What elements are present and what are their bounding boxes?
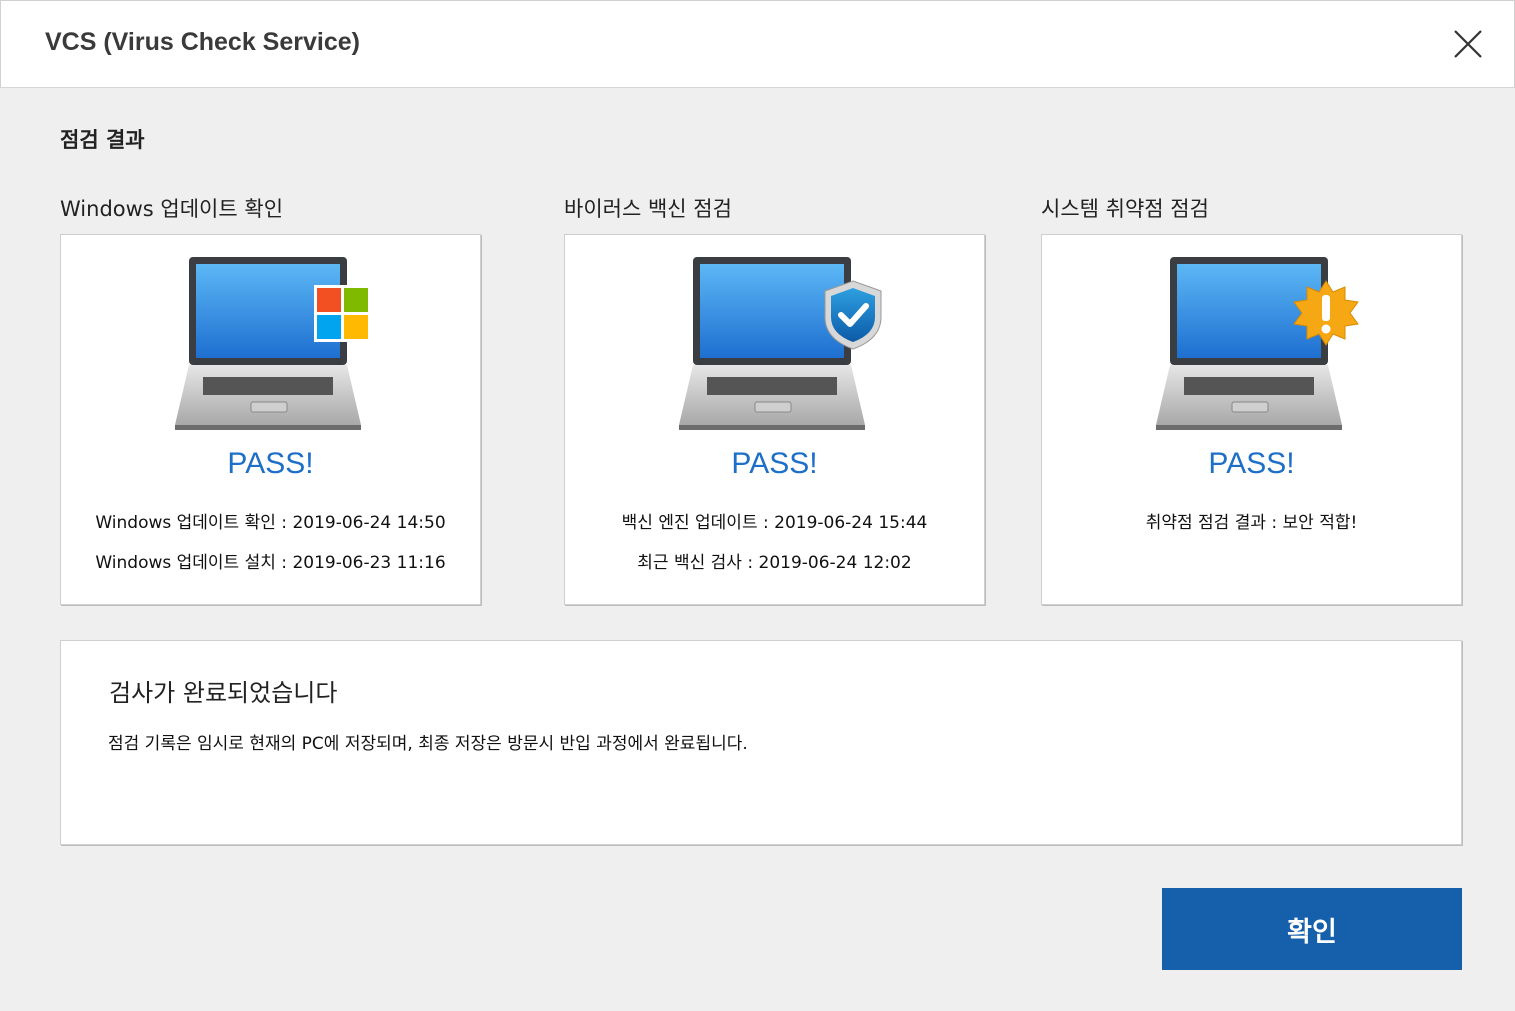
- title-bar: VCS (Virus Check Service): [0, 0, 1515, 88]
- laptop-windows-icon: [175, 257, 371, 430]
- result-line: 백신 엔진 업데이트 : 2019-06-24 15:44: [621, 513, 928, 533]
- status-pass: PASS!: [731, 447, 818, 480]
- check-label-windows-update: Windows 업데이트 확인: [60, 197, 284, 221]
- status-pass: PASS!: [1208, 447, 1295, 480]
- confirm-button[interactable]: 확인: [1162, 888, 1462, 970]
- status-pass: PASS!: [227, 447, 314, 480]
- laptop-shield-icon: [679, 257, 882, 430]
- section-title: 점검 결과: [60, 128, 145, 152]
- laptop-warning-icon: [1156, 257, 1359, 430]
- result-line: Windows 업데이트 설치 : 2019-06-23 11:16: [95, 553, 446, 573]
- window-title: VCS (Virus Check Service): [45, 28, 360, 56]
- card-vulnerability: PASS! 취약점 점검 결과 : 보안 적합!: [1041, 234, 1462, 605]
- close-button[interactable]: [1445, 21, 1491, 67]
- close-icon: [1454, 30, 1482, 58]
- check-label-vulnerability: 시스템 취약점 점검: [1041, 197, 1209, 221]
- completion-body: 점검 기록은 임시로 현재의 PC에 저장되며, 최종 저장은 방문시 반입 과…: [108, 734, 748, 754]
- check-label-antivirus: 바이러스 백신 점검: [564, 197, 732, 221]
- card-antivirus: PASS! 백신 엔진 업데이트 : 2019-06-24 15:44 최근 백…: [564, 234, 985, 605]
- result-line: 최근 백신 검사 : 2019-06-24 12:02: [637, 553, 912, 573]
- result-line: 취약점 점검 결과 : 보안 적합!: [1145, 513, 1358, 533]
- result-line: Windows 업데이트 확인 : 2019-06-24 14:50: [95, 513, 446, 533]
- completion-message-box: 검사가 완료되었습니다 점검 기록은 임시로 현재의 PC에 저장되며, 최종 …: [60, 640, 1462, 845]
- card-windows-update: PASS! Windows 업데이트 확인 : 2019-06-24 14:50…: [60, 234, 481, 605]
- completion-title: 검사가 완료되었습니다: [109, 679, 338, 707]
